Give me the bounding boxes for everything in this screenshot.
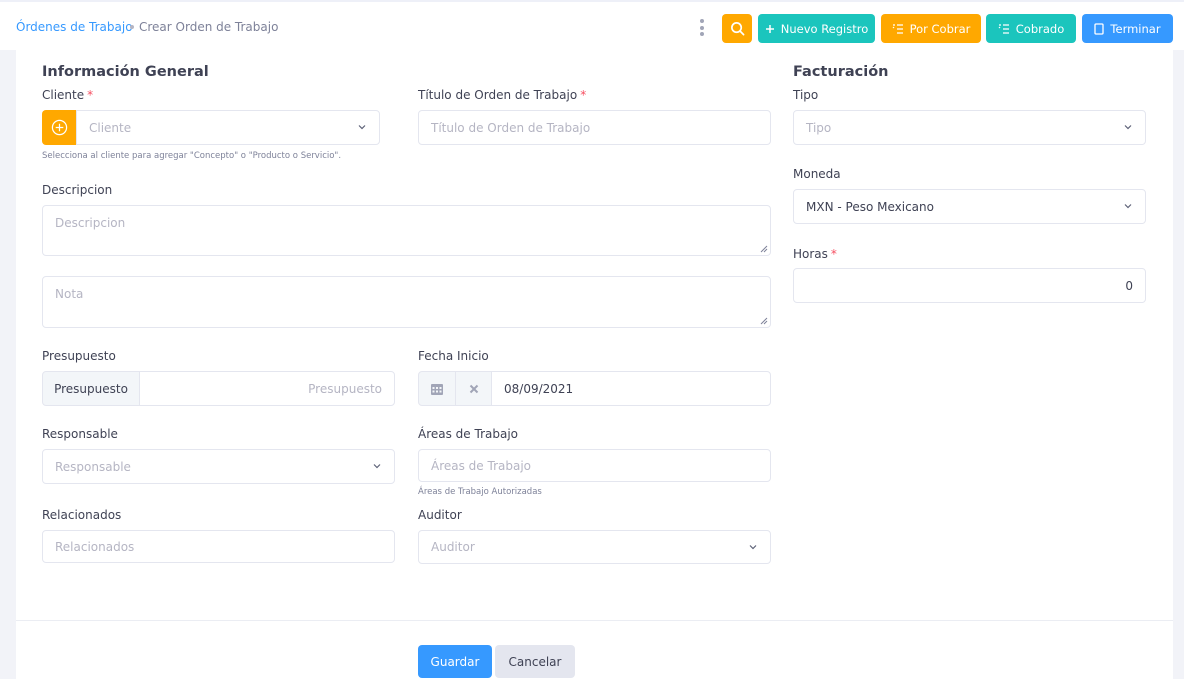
tipo-placeholder: Tipo xyxy=(806,120,832,135)
cliente-select[interactable]: Cliente xyxy=(76,110,380,145)
plus-icon xyxy=(765,24,774,33)
areas-label: Áreas de Trabajo xyxy=(418,427,518,441)
new-record-button[interactable]: Nuevo Registro xyxy=(758,14,875,43)
breadcrumb-parent-link[interactable]: Órdenes de Trabajo xyxy=(16,20,133,34)
required-marker: * xyxy=(580,88,587,102)
fecha-inicio-label: Fecha Inicio xyxy=(418,349,489,363)
list-check-icon xyxy=(998,23,1009,34)
calendar-icon xyxy=(431,383,443,395)
responsable-label: Responsable xyxy=(42,427,118,441)
chevron-down-icon xyxy=(358,125,366,130)
cobrado-button[interactable]: Cobrado xyxy=(986,14,1076,43)
por-cobrar-label: Por Cobrar xyxy=(909,21,971,36)
moneda-value: MXN - Peso Mexicano xyxy=(806,199,934,214)
plus-circle-icon xyxy=(51,119,68,136)
areas-hint: Áreas de Trabajo Autorizadas xyxy=(418,487,542,497)
cliente-hint: Selecciona al cliente para agregar "Conc… xyxy=(42,151,342,161)
search-button[interactable] xyxy=(722,14,752,43)
horas-label: Horas * xyxy=(793,247,837,261)
calendar-button[interactable] xyxy=(418,371,456,406)
titulo-placeholder: Título de Orden de Trabajo xyxy=(431,120,591,135)
tipo-label: Tipo xyxy=(793,88,819,102)
footer-divider xyxy=(16,620,1173,621)
horas-value: 0 xyxy=(1125,278,1133,293)
nota-textarea[interactable]: Nota xyxy=(42,276,771,328)
auditor-placeholder: Auditor xyxy=(431,540,475,554)
titulo-label-text: Título de Orden de Trabajo xyxy=(418,88,578,102)
cobrado-label: Cobrado xyxy=(1015,21,1065,36)
auditor-label: Auditor xyxy=(418,508,462,522)
descripcion-textarea[interactable]: Descripcion xyxy=(42,205,771,256)
resize-grip-icon[interactable] xyxy=(760,245,768,253)
areas-input[interactable]: Áreas de Trabajo xyxy=(418,449,771,482)
save-button[interactable]: Guardar xyxy=(418,645,492,678)
breadcrumb-current: Crear Orden de Trabajo xyxy=(139,20,279,34)
clear-date-button[interactable] xyxy=(455,371,492,406)
titulo-label: Título de Orden de Trabajo * xyxy=(418,88,586,102)
horas-label-text: Horas xyxy=(793,247,828,261)
new-record-label: Nuevo Registro xyxy=(780,21,869,36)
chevron-down-icon xyxy=(749,545,757,550)
presupuesto-addon: Presupuesto xyxy=(42,371,140,406)
cliente-label-text: Cliente xyxy=(42,88,85,102)
titulo-input[interactable]: Título de Orden de Trabajo xyxy=(418,110,771,145)
areas-placeholder: Áreas de Trabajo xyxy=(431,458,531,473)
document-icon xyxy=(1094,22,1105,35)
tipo-select[interactable]: Tipo xyxy=(793,110,1146,145)
terminar-button[interactable]: Terminar xyxy=(1082,14,1173,43)
por-cobrar-button[interactable]: Por Cobrar xyxy=(881,14,981,43)
terminar-label: Terminar xyxy=(1110,21,1161,36)
fecha-inicio-value: 08/09/2021 xyxy=(504,381,574,396)
chevron-down-icon xyxy=(373,464,381,469)
cliente-label: Cliente * xyxy=(42,88,93,102)
section-title-billing: Facturación xyxy=(793,64,889,80)
presupuesto-input[interactable]: Presupuesto xyxy=(139,371,395,406)
fecha-inicio-input[interactable]: 08/09/2021 xyxy=(491,371,771,406)
presupuesto-placeholder: Presupuesto xyxy=(308,381,382,396)
list-filter-icon xyxy=(892,23,903,34)
descripcion-label: Descripcion xyxy=(42,183,113,197)
search-icon xyxy=(730,22,744,36)
descripcion-placeholder: Descripcion xyxy=(55,216,126,230)
cancel-button[interactable]: Cancelar xyxy=(495,645,575,678)
more-options-icon[interactable] xyxy=(699,19,705,36)
resize-grip-icon[interactable] xyxy=(760,317,768,325)
chevron-down-icon xyxy=(1124,204,1132,209)
add-client-button[interactable] xyxy=(42,110,77,145)
presupuesto-label: Presupuesto xyxy=(42,349,116,363)
top-bar: Órdenes de Trabajo Crear Orden de Trabaj… xyxy=(0,0,1184,50)
relacionados-placeholder: Relacionados xyxy=(55,539,135,554)
breadcrumb-separator xyxy=(130,25,134,29)
required-marker: * xyxy=(87,88,94,102)
close-icon xyxy=(469,384,478,393)
responsable-placeholder: Responsable xyxy=(55,459,131,474)
required-marker: * xyxy=(830,247,837,261)
cliente-placeholder: Cliente xyxy=(89,120,132,135)
moneda-label: Moneda xyxy=(793,167,841,181)
relacionados-label: Relacionados xyxy=(42,508,122,522)
horas-input[interactable]: 0 xyxy=(793,268,1146,303)
chevron-down-icon xyxy=(1124,125,1132,130)
relacionados-input[interactable]: Relacionados xyxy=(42,530,395,563)
nota-placeholder: Nota xyxy=(55,287,84,301)
moneda-select[interactable]: MXN - Peso Mexicano xyxy=(793,189,1146,224)
auditor-select[interactable]: Auditor xyxy=(418,530,771,564)
responsable-select[interactable]: Responsable xyxy=(42,449,395,484)
section-title-general: Información General xyxy=(42,64,209,80)
